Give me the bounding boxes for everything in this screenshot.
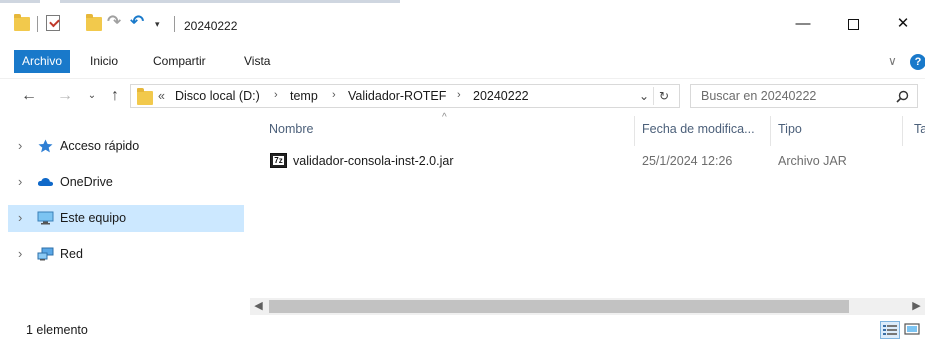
column-header-tipo[interactable]: Tipo (778, 122, 802, 136)
forward-button[interactable]: → (54, 85, 76, 107)
nav-item-este-equipo[interactable]: › Este equipo (8, 205, 244, 232)
star-pin-icon (38, 139, 53, 153)
tab-compartir[interactable]: Compartir (153, 50, 206, 73)
chevron-right-icon[interactable]: › (18, 246, 22, 261)
folder-icon (14, 14, 30, 31)
up-button[interactable]: ↑ (104, 85, 126, 107)
toolbar-separator (37, 16, 38, 32)
address-dropdown-icon[interactable]: ⌄ (639, 89, 649, 103)
minimize-icon: — (795, 15, 811, 32)
scroll-right-button[interactable]: ▶ (908, 298, 925, 315)
file-list: ^ Nombre Fecha de modifica... Tipo Ta 7z… (250, 112, 925, 298)
breadcrumb-disco-local[interactable]: Disco local (D:) (175, 89, 260, 103)
window-title: 20240222 (184, 19, 238, 33)
title-bar: ↷ ↶ ▾ 20240222 — ✕ (0, 3, 925, 43)
scrollbar-thumb[interactable] (269, 300, 849, 313)
redo-icon[interactable]: ↷ (107, 12, 121, 32)
help-icon[interactable]: ? (910, 54, 925, 70)
network-icon (37, 247, 54, 261)
breadcrumb-separator[interactable]: › (274, 89, 278, 101)
refresh-icon[interactable]: ↻ (659, 89, 669, 103)
breadcrumb-overflow[interactable]: « (158, 89, 165, 103)
tab-archivo[interactable]: Archivo (14, 50, 71, 73)
breadcrumb-validador-rotef[interactable]: Validador-ROTEF (348, 89, 446, 103)
search-box[interactable]: Buscar en 20240222 (690, 84, 918, 108)
chevron-down-icon: ⌄ (87, 90, 97, 101)
nav-item-label: Este equipo (60, 211, 127, 225)
folder-icon (137, 88, 153, 105)
maximize-button[interactable] (830, 6, 876, 42)
breadcrumb-separator[interactable]: › (457, 89, 461, 101)
file-modified: 25/1/2024 12:26 (642, 154, 733, 168)
navigation-pane: › Acceso rápido › OneDrive › Este equipo… (0, 112, 250, 316)
maximize-icon (847, 18, 859, 30)
breadcrumb-separator[interactable]: › (332, 89, 336, 101)
cloud-icon (37, 177, 54, 186)
7z-archive-icon: 7z (270, 153, 287, 168)
nav-item-onedrive[interactable]: › OneDrive (8, 169, 244, 196)
address-separator (653, 87, 654, 105)
nav-item-red[interactable]: › Red (8, 241, 244, 268)
search-icon[interactable] (896, 90, 909, 103)
recent-locations-button[interactable]: ⌄ (84, 85, 100, 107)
sort-ascending-icon: ^ (442, 112, 447, 123)
nav-item-label: Red (60, 247, 83, 261)
minimize-button[interactable]: — (780, 6, 826, 42)
breadcrumb-20240222[interactable]: 20240222 (473, 89, 529, 103)
nav-item-acceso-rapido[interactable]: › Acceso rápido (8, 133, 244, 160)
tab-inicio[interactable]: Inicio (90, 50, 118, 73)
column-header-fecha[interactable]: Fecha de modifica... (642, 122, 755, 136)
breadcrumb-temp[interactable]: temp (290, 89, 318, 103)
status-bar: 1 elemento (0, 318, 925, 342)
chevron-right-icon[interactable]: › (18, 138, 22, 153)
nav-item-label: OneDrive (60, 175, 113, 189)
arrow-up-icon: ↑ (111, 87, 119, 104)
nav-item-label: Acceso rápido (60, 139, 140, 153)
file-name: validador-consola-inst-2.0.jar (293, 154, 454, 168)
close-button[interactable]: ✕ (880, 6, 925, 42)
chevron-right-icon[interactable]: › (18, 174, 22, 189)
close-icon: ✕ (896, 15, 910, 32)
ribbon-tabs: Archivo Inicio Compartir Vista ∨ ? (0, 50, 925, 76)
table-row[interactable]: 7z validador-consola-inst-2.0.jar 25/1/2… (266, 150, 916, 172)
large-icons-view-icon (904, 323, 920, 335)
item-count: 1 elemento (26, 323, 88, 337)
back-button[interactable]: ← (18, 85, 40, 107)
new-folder-icon[interactable] (86, 14, 102, 31)
file-type: Archivo JAR (778, 154, 847, 168)
search-input[interactable]: Buscar en 20240222 (701, 89, 816, 103)
arrow-right-icon: → (57, 87, 73, 104)
column-header-nombre[interactable]: Nombre (269, 122, 313, 136)
large-icons-view-button[interactable] (903, 321, 923, 339)
toolbar-separator (174, 16, 175, 32)
column-divider[interactable] (770, 116, 771, 146)
scroll-left-button[interactable]: ◀ (250, 298, 267, 315)
details-view-icon (883, 325, 897, 335)
ribbon-collapse-button[interactable]: ∨ (888, 50, 897, 73)
arrow-left-icon: ← (21, 87, 37, 104)
address-bar[interactable]: « Disco local (D:) › temp › Validador-RO… (130, 84, 680, 108)
tab-vista[interactable]: Vista (244, 50, 270, 73)
column-divider[interactable] (902, 116, 903, 146)
column-header-tamano[interactable]: Ta (914, 122, 925, 136)
chevron-right-icon[interactable]: › (18, 210, 22, 225)
undo-icon[interactable]: ↶ (130, 12, 144, 32)
properties-icon[interactable] (46, 15, 60, 31)
monitor-icon (37, 211, 54, 225)
details-view-button[interactable] (880, 321, 900, 339)
quick-access-dropdown-icon[interactable]: ▾ (155, 14, 160, 34)
navigation-bar: ← → ⌄ ↑ « Disco local (D:) › temp › Vali… (0, 78, 925, 112)
column-divider[interactable] (634, 116, 635, 146)
horizontal-scrollbar[interactable]: ◀ ▶ (250, 298, 925, 315)
